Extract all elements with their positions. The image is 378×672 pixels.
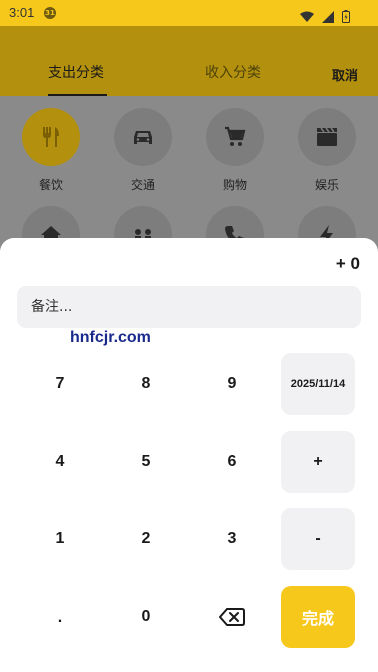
- amount-input-sheet: + 0 hnfcjr.com 7 8 9 2025/11/14 4 5 6 + …: [0, 238, 378, 672]
- date-picker-button[interactable]: 2025/11/14: [281, 353, 355, 415]
- battery-icon: [342, 10, 350, 23]
- watermark-text: hnfcjr.com: [70, 329, 151, 346]
- cancel-button[interactable]: 取消: [332, 65, 358, 84]
- key-dot[interactable]: .: [23, 587, 97, 649]
- category-dining[interactable]: 餐饮: [21, 108, 81, 193]
- backspace-button[interactable]: [195, 586, 269, 648]
- key-0[interactable]: 0: [109, 586, 183, 648]
- backspace-icon: [219, 608, 245, 626]
- done-button[interactable]: 完成: [281, 586, 355, 648]
- tab-income[interactable]: 收入分类: [205, 62, 261, 82]
- key-7[interactable]: 7: [23, 353, 97, 415]
- category-entertainment[interactable]: 娱乐: [297, 108, 357, 193]
- note-input[interactable]: [17, 286, 361, 328]
- key-4[interactable]: 4: [23, 431, 97, 493]
- status-time: 3:01: [9, 5, 35, 20]
- key-2[interactable]: 2: [109, 508, 183, 570]
- category-label: 购物: [222, 178, 247, 192]
- status-bar: 3:01 31: [0, 0, 378, 26]
- minus-button[interactable]: -: [281, 508, 355, 570]
- cart-icon: [206, 108, 264, 166]
- key-1[interactable]: 1: [23, 508, 97, 570]
- category-label: 娱乐: [314, 178, 339, 192]
- car-icon: [114, 108, 172, 166]
- fork-knife-icon: [22, 108, 80, 166]
- category-label: 交通: [130, 178, 155, 192]
- category-transport[interactable]: 交通: [113, 108, 173, 193]
- header: 支出分类 收入分类 取消: [0, 26, 378, 96]
- clapperboard-icon: [298, 108, 356, 166]
- wifi-icon: [299, 11, 314, 22]
- notification-badge: 31: [44, 7, 56, 19]
- key-5[interactable]: 5: [109, 431, 183, 493]
- tab-expense[interactable]: 支出分类: [48, 62, 104, 82]
- key-8[interactable]: 8: [109, 353, 183, 415]
- key-9[interactable]: 9: [195, 353, 269, 415]
- key-3[interactable]: 3: [195, 508, 269, 570]
- amount-display: + 0: [335, 254, 360, 273]
- plus-button[interactable]: +: [281, 431, 355, 493]
- category-shopping[interactable]: 购物: [205, 108, 265, 193]
- category-label: 餐饮: [38, 178, 63, 192]
- status-icons: [297, 6, 350, 25]
- key-6[interactable]: 6: [195, 431, 269, 493]
- signal-icon: [321, 10, 334, 23]
